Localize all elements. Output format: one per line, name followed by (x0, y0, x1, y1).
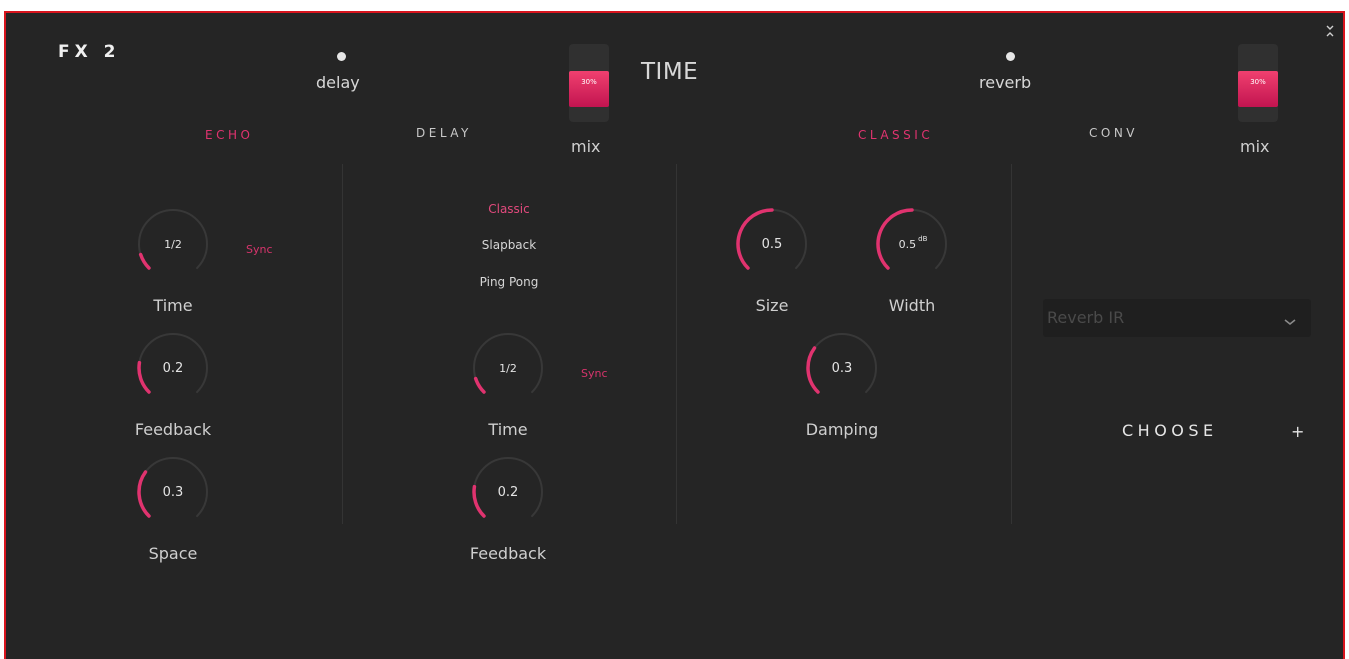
reverb-damping-knob[interactable]: 0.3 (802, 328, 882, 408)
fx-title: FX 2 (58, 42, 121, 62)
echo-feedback-value: 0.2 (162, 360, 184, 376)
reverb-width-knob[interactable]: 0.5 dB (872, 204, 952, 284)
reverb-width-label: Width (888, 296, 936, 315)
tab-classic[interactable]: CLASSIC (858, 128, 933, 142)
delay-mode-slapback[interactable]: Slapback (449, 238, 569, 252)
reverb-size-knob[interactable]: 0.5 (732, 204, 812, 284)
delay-time-value: 1/2 (499, 361, 517, 375)
delay-mode-ping-pong[interactable]: Ping Pong (449, 275, 569, 289)
delay-feedback-knob[interactable]: 0.2 (468, 452, 548, 532)
echo-time-value: 1/2 (164, 237, 182, 251)
echo-sync-toggle[interactable]: Sync (246, 243, 273, 256)
echo-time-knob[interactable]: 1/2 (133, 204, 213, 284)
column-divider (676, 164, 677, 524)
column-divider (342, 164, 343, 524)
delay-mode-classic[interactable]: Classic (449, 202, 569, 216)
chevron-down-icon (1283, 312, 1297, 331)
reverb-mix-label: mix (1240, 137, 1270, 156)
delay-name: delay (316, 73, 360, 92)
delay-sync-toggle[interactable]: Sync (581, 367, 608, 380)
reverb-size-label: Size (755, 296, 789, 315)
delay-feedback-label: Feedback (469, 544, 547, 563)
echo-space-value: 0.3 (162, 484, 184, 500)
reverb-width-unit: dB (918, 235, 928, 243)
delay-mix-fill: 30% (569, 71, 609, 107)
echo-feedback-label: Feedback (134, 420, 212, 439)
delay-mix-label: mix (571, 137, 601, 156)
collapse-icon[interactable] (1324, 23, 1336, 37)
reverb-mix-slider[interactable]: 30% (1238, 44, 1278, 122)
reverb-power-toggle[interactable] (1006, 52, 1015, 61)
echo-space-knob[interactable]: 0.3 (133, 452, 213, 532)
delay-time-label: Time (488, 420, 528, 439)
delay-time-knob[interactable]: 1/2 (468, 328, 548, 408)
choose-ir-button[interactable]: CHOOSE (1122, 421, 1218, 440)
reverb-width-value: 0.5 (898, 237, 917, 251)
section-title: TIME (641, 59, 699, 85)
reverb-mix-fill: 30% (1238, 71, 1278, 107)
tab-conv[interactable]: CONV (1089, 126, 1138, 140)
tab-delay[interactable]: DELAY (416, 126, 472, 140)
delay-power-toggle[interactable] (337, 52, 346, 61)
delay-feedback-value: 0.2 (497, 484, 519, 500)
fx-panel: FX 2 delay 30% mix TIME reverb 30% mix E… (4, 11, 1345, 659)
tab-echo[interactable]: ECHO (205, 128, 253, 142)
delay-mix-slider[interactable]: 30% (569, 44, 609, 122)
reverb-damping-label: Damping (805, 420, 879, 439)
reverb-ir-dropdown[interactable]: Reverb IR (1043, 299, 1311, 337)
reverb-ir-placeholder: Reverb IR (1047, 308, 1125, 327)
add-ir-icon[interactable]: + (1291, 422, 1304, 441)
echo-time-label: Time (153, 296, 193, 315)
echo-space-label: Space (148, 544, 198, 563)
reverb-name: reverb (979, 73, 1032, 92)
reverb-damping-value: 0.3 (831, 360, 853, 376)
reverb-size-value: 0.5 (761, 236, 783, 252)
echo-feedback-knob[interactable]: 0.2 (133, 328, 213, 408)
column-divider (1011, 164, 1012, 524)
